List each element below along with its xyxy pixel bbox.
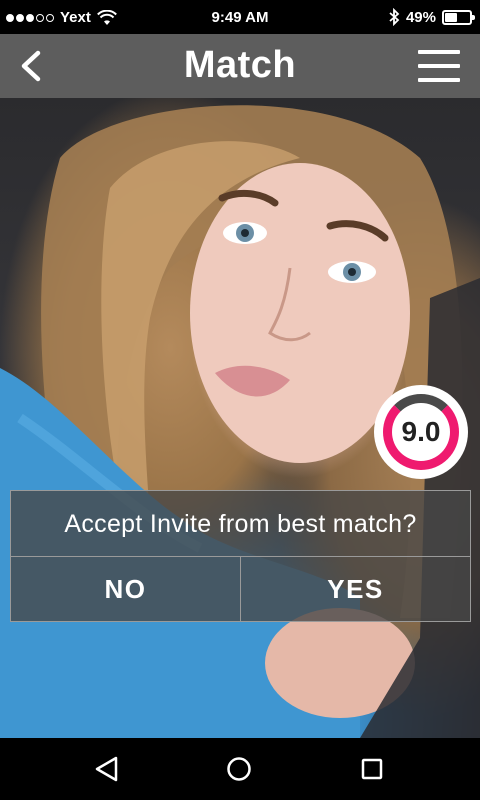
match-score-value: 9.0 — [401, 416, 441, 447]
status-right: 49% — [388, 8, 475, 26]
decline-button[interactable]: NO — [11, 557, 241, 622]
circle-home-icon[interactable] — [224, 754, 254, 784]
system-nav-bar — [0, 738, 480, 800]
bluetooth-icon — [389, 8, 400, 26]
triangle-back-icon[interactable] — [92, 754, 122, 784]
profile-photo: 9.0 — [0, 98, 480, 738]
match-score-ring: 9.0 — [383, 394, 459, 470]
battery-level — [445, 12, 457, 22]
invite-message: Accept Invite from best match? — [11, 491, 470, 557]
accept-button[interactable]: YES — [241, 557, 470, 622]
page-title: Match — [183, 44, 297, 86]
battery-icon — [442, 9, 475, 25]
status-bar: Yext 9:49 AM 49% — [0, 0, 480, 34]
square-recents-icon[interactable] — [357, 754, 387, 784]
dialog-buttons: NO YES — [11, 557, 470, 622]
app-header: Match — [0, 34, 480, 98]
invite-dialog: Accept Invite from best match? NO YES — [10, 490, 471, 622]
match-score-badge: 9.0 — [374, 385, 468, 479]
battery-percent: 49% — [405, 8, 436, 26]
hamburger-menu-icon[interactable] — [418, 48, 460, 84]
